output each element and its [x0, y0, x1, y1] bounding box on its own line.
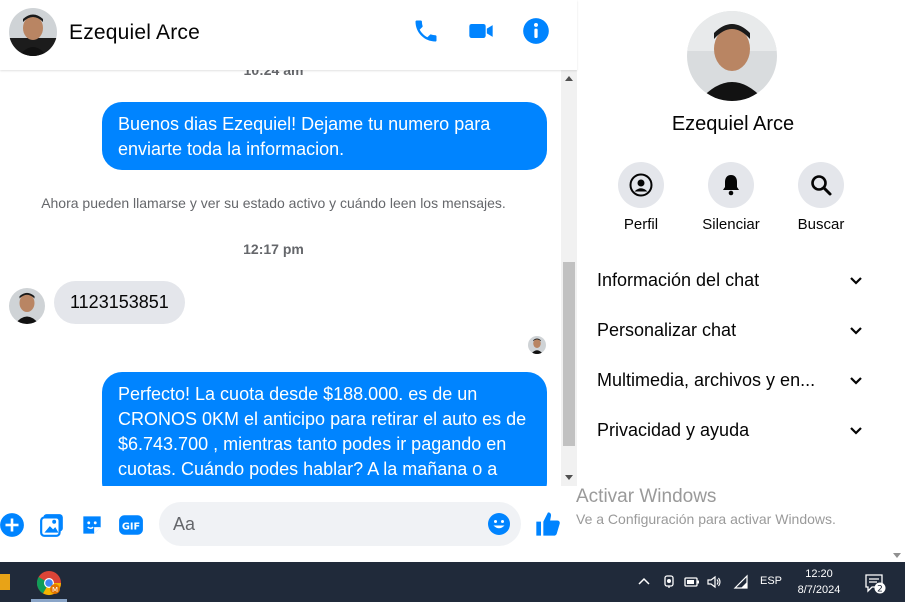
message-scrollbar[interactable]	[561, 70, 577, 486]
timestamp: 12:17 pm	[243, 241, 304, 257]
section-chat-info[interactable]: Información del chat	[597, 261, 869, 301]
outgoing-message[interactable]: Perfecto! La cuota desde $188.000. es de…	[102, 372, 547, 486]
clock-time: 12:20	[805, 568, 833, 580]
clock-date: 8/7/2024	[797, 584, 841, 596]
messenger-window: Ezequiel Arce 10:24 am Buenos dias Ezequ…	[0, 0, 905, 562]
contact-avatar[interactable]	[9, 8, 57, 56]
chevron-down-icon	[850, 327, 862, 335]
message-input-box[interactable]	[159, 502, 521, 546]
notification-center-icon[interactable]: 2	[864, 572, 886, 594]
plus-icon[interactable]	[0, 512, 25, 538]
notification-count: 2	[877, 584, 883, 594]
video-call-icon[interactable]	[467, 17, 495, 45]
file-explorer-icon[interactable]	[0, 574, 10, 590]
language-indicator[interactable]: ESP	[760, 575, 782, 587]
mute-action[interactable]: Silenciar	[691, 162, 771, 233]
scroll-thumb[interactable]	[563, 262, 575, 446]
windows-taskbar: M ESP 12:20 8/7/2024 2	[0, 562, 905, 602]
activation-watermark-title: Activar Windows	[576, 486, 717, 507]
profile-icon[interactable]	[618, 162, 664, 208]
section-label: Personalizar chat	[597, 320, 737, 340]
search-action[interactable]: Buscar	[781, 162, 861, 233]
wifi-icon[interactable]	[733, 574, 749, 590]
message-list[interactable]: 10:24 am Buenos dias Ezequiel! Dejame tu…	[0, 70, 561, 486]
profile-action-label: Perfil	[623, 216, 659, 233]
sender-avatar[interactable]	[9, 288, 45, 324]
section-label: Privacidad y ayuda	[597, 420, 750, 440]
section-label: Información del chat	[597, 270, 760, 290]
meet-now-icon[interactable]	[661, 574, 677, 590]
message-input[interactable]	[173, 502, 473, 546]
chevron-down-icon	[850, 377, 862, 385]
svg-text:M: M	[52, 586, 58, 594]
emoji-icon[interactable]	[487, 512, 511, 536]
bell-icon[interactable]	[708, 162, 754, 208]
gif-icon[interactable]: GIF	[118, 512, 144, 538]
conversation-info-panel: Ezequiel Arce Perfil Silenciar Buscar In…	[577, 0, 889, 562]
phone-icon[interactable]	[412, 17, 440, 45]
profile-action[interactable]: Perfil	[601, 162, 681, 233]
search-action-label: Buscar	[797, 216, 845, 233]
scroll-down-arrow[interactable]	[565, 475, 573, 480]
activation-watermark-subtitle: Ve a Configuración para activar Windows.	[576, 511, 836, 527]
chrome-icon[interactable]: M	[34, 568, 64, 598]
system-note: Ahora pueden llamarse y ver su estado ac…	[41, 195, 506, 211]
profile-avatar[interactable]	[687, 11, 777, 101]
profile-name: Ezequiel Arce	[671, 113, 795, 135]
battery-icon[interactable]	[684, 574, 700, 590]
scroll-down-arrow[interactable]	[893, 553, 901, 558]
read-receipt-avatar	[528, 336, 546, 354]
incoming-message[interactable]: 1123153851	[54, 281, 185, 324]
mute-action-label: Silenciar	[702, 216, 760, 233]
section-privacy-help[interactable]: Privacidad y ayuda	[597, 411, 869, 451]
chevron-up-icon[interactable]	[636, 574, 652, 590]
chat-header: Ezequiel Arce	[0, 0, 577, 70]
chevron-down-icon	[850, 427, 862, 435]
section-customize-chat[interactable]: Personalizar chat	[597, 311, 869, 351]
page-scrollbar[interactable]	[889, 0, 905, 562]
sticker-icon[interactable]	[79, 512, 105, 538]
image-icon[interactable]	[39, 512, 65, 538]
clock[interactable]: 12:20 8/7/2024	[786, 566, 852, 598]
like-icon[interactable]	[534, 510, 562, 538]
section-media-files[interactable]: Multimedia, archivos y en...	[597, 361, 869, 401]
composer: GIF	[0, 486, 577, 562]
search-icon[interactable]	[798, 162, 844, 208]
outgoing-message[interactable]: Buenos dias Ezequiel! Dejame tu numero p…	[102, 102, 547, 170]
contact-name[interactable]: Ezequiel Arce	[69, 21, 200, 45]
svg-text:GIF: GIF	[122, 521, 140, 532]
chevron-down-icon	[850, 277, 862, 285]
chat-panel: Ezequiel Arce 10:24 am Buenos dias Ezequ…	[0, 0, 577, 562]
timestamp: 10:24 am	[243, 70, 304, 78]
scroll-up-arrow[interactable]	[565, 76, 573, 81]
info-icon[interactable]	[522, 17, 550, 45]
volume-icon[interactable]	[706, 574, 722, 590]
section-label: Multimedia, archivos y en...	[597, 370, 816, 390]
